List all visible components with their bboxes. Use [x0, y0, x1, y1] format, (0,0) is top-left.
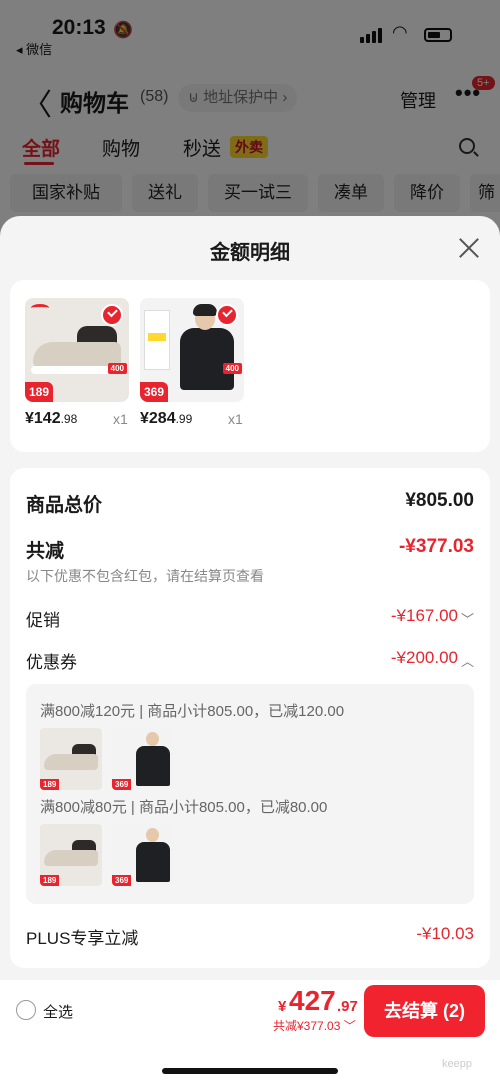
- model-hair: [193, 304, 217, 316]
- mini-product-image: 189: [40, 728, 102, 790]
- price-row: ¥142.98 x1: [25, 408, 129, 432]
- price-row: ¥284.99 x1: [140, 408, 244, 432]
- spec-highlight: [148, 333, 166, 341]
- checked-icon[interactable]: [216, 304, 238, 326]
- checkout-bar: 全选 ¥ 427 .97 共减¥377.03 ﹀ 去结算 (2) keepp: [0, 980, 500, 1084]
- select-all-radio[interactable]: [16, 1000, 36, 1020]
- product-qty: x1: [228, 411, 243, 427]
- plus-label: PLUS专享立减: [26, 929, 139, 948]
- coupon-line: 满800减120元 | 商品小计805.00，已减120.00: [40, 703, 345, 720]
- coupon-detail-box: 满800减120元 | 商品小计805.00，已减120.00 189 369 …: [26, 684, 474, 904]
- checked-icon[interactable]: [101, 304, 123, 326]
- jacket-body: [180, 328, 234, 390]
- select-all-label[interactable]: 全选: [43, 1001, 73, 1022]
- watermark: keepp: [442, 1058, 472, 1070]
- chevron-up-icon[interactable]: ︿: [461, 651, 474, 670]
- chevron-down-icon: ﹀: [343, 1019, 356, 1033]
- price-int: ¥142: [25, 410, 61, 427]
- close-icon[interactable]: [458, 237, 480, 259]
- plus-value: -¥10.03: [416, 924, 474, 943]
- mini-price-tag: 189: [40, 779, 60, 790]
- summary-card: 商品总价 ¥805.00 共减 -¥377.03 以下优惠不包含红包，请在结算页…: [10, 468, 490, 968]
- products-card: 400 189 ¥142.98 x1 400 369 ¥284.99 x1: [10, 280, 490, 452]
- price-int: ¥284: [140, 410, 176, 427]
- mini-product-image: 369: [112, 728, 174, 790]
- promo-price-tag: 189: [25, 382, 54, 402]
- product-image: 400 369: [140, 298, 244, 402]
- product-item[interactable]: 400 189 ¥142.98 x1: [25, 298, 129, 432]
- product-image: 400 189: [25, 298, 129, 402]
- promo-label: 促销: [26, 611, 60, 630]
- promo-price-tag: 369: [140, 382, 169, 402]
- coupon-value: -¥200.00: [390, 648, 458, 667]
- model-head: [146, 732, 159, 746]
- jacket-body: [136, 842, 170, 882]
- promo-value: -¥167.00: [390, 606, 458, 625]
- checkout-button[interactable]: 去结算 (2): [364, 985, 485, 1037]
- reduce-row: 共减 -¥377.03: [26, 536, 474, 562]
- mini-product-image: 369: [112, 824, 174, 886]
- total-int: 427: [289, 985, 336, 1016]
- sheet-header: 金额明细: [0, 216, 500, 280]
- coupon-line: 满800减80元 | 商品小计805.00，已减80.00: [40, 799, 328, 816]
- price-dec: .99: [175, 412, 193, 426]
- subtotal-value: ¥805.00: [405, 490, 474, 511]
- product-qty: x1: [113, 411, 128, 427]
- shoe-body: [44, 754, 98, 770]
- mini-price-tag: 369: [112, 779, 132, 790]
- currency-symbol: ¥: [278, 998, 287, 1015]
- coupon-tag: 400: [222, 363, 242, 374]
- plus-row: PLUS专享立减 -¥10.03: [26, 924, 474, 948]
- amount-detail-sheet: 金额明细 400 189 ¥142.98 x1 400 369 ¥284.99 …: [0, 216, 500, 1084]
- home-indicator[interactable]: [162, 1068, 338, 1074]
- discount-note: 以下优惠不包含红包，请在结算页查看: [26, 568, 264, 584]
- price-dec: .98: [60, 412, 78, 426]
- total-discount-link[interactable]: 共减¥377.03 ﹀: [273, 1017, 356, 1034]
- total-discount: 共减¥377.03: [273, 1019, 341, 1033]
- total-dec: .97: [337, 998, 358, 1015]
- jacket-body: [136, 746, 170, 786]
- spec-card: [144, 310, 170, 370]
- shoe-body: [44, 850, 98, 866]
- promo-row[interactable]: 促销 -¥167.00 ﹀: [26, 606, 474, 630]
- mini-product-image: 189: [40, 824, 102, 886]
- subtotal-row: 商品总价 ¥805.00: [26, 490, 474, 516]
- coupon-row[interactable]: 优惠券 -¥200.00 ︿: [26, 648, 474, 672]
- chevron-down-icon[interactable]: ﹀: [461, 609, 474, 628]
- reduce-value: -¥377.03: [398, 536, 474, 557]
- sheet-title: 金额明细: [210, 242, 290, 264]
- reduce-label: 共减: [26, 541, 65, 562]
- model-head: [146, 828, 159, 842]
- coupon-label: 优惠券: [26, 653, 77, 672]
- product-price: ¥142.98: [25, 410, 77, 428]
- product-price: ¥284.99: [140, 410, 192, 428]
- mini-price-tag: 369: [112, 875, 132, 886]
- coupon-tag: 400: [107, 363, 127, 374]
- brand-logo-icon: [31, 304, 49, 312]
- subtotal-label: 商品总价: [26, 495, 103, 516]
- mini-price-tag: 189: [40, 875, 60, 886]
- note-row: 以下优惠不包含红包，请在结算页查看: [26, 566, 474, 586]
- product-item[interactable]: 400 369 ¥284.99 x1: [140, 298, 244, 432]
